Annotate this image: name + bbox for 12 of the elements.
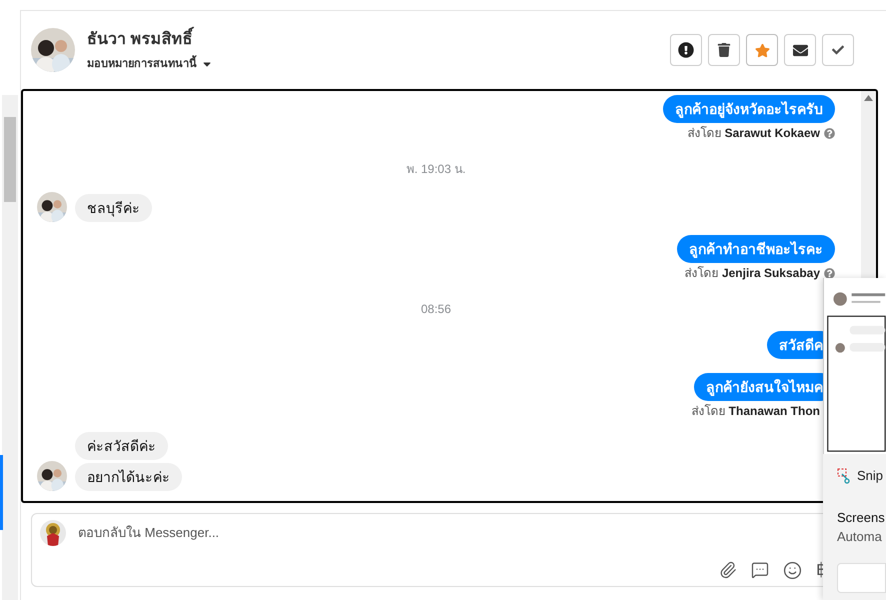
received-message: ชลบุรีค่ะ: [75, 194, 152, 222]
sent-message: ลูกค้าอยู่จังหวัดอะไรครับ: [663, 95, 835, 123]
received-message: อยากได้นะค่ะ: [75, 462, 182, 491]
sender-label: ส่งโดย Sarawut Kokaew: [687, 126, 820, 141]
received-message: ค่ะสวัสดีค่ะ: [75, 432, 168, 460]
timestamp: พ. 19:03 น.: [406, 161, 466, 178]
timestamp: 08:56: [420, 301, 452, 318]
app-name: Snip: [857, 467, 884, 485]
sender-label: ส่งโดย Jenjira Suksabay: [684, 266, 820, 281]
sender-label: ส่งโดย Thanawan Thon: [691, 404, 820, 419]
contact-name: ธันวา พรมสิทธิ์: [87, 28, 213, 52]
sent-message: ลูกค้าทำอาชีพอะไรคะ: [677, 234, 835, 263]
